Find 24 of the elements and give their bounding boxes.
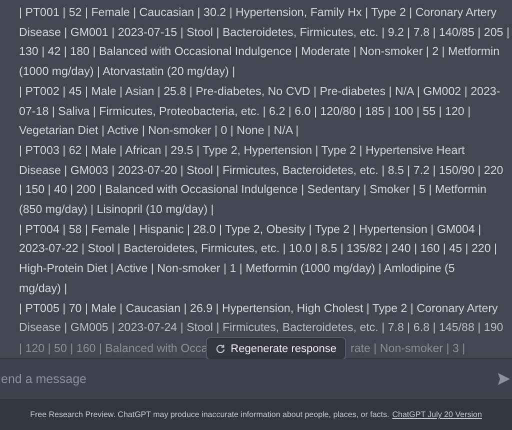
message-text-line: 130 | 42 | 180 | Balanced with Occasional Indulgence | Moderate | Non-smoker | 2 | Metformin <box>19 44 500 60</box>
message-text-line: | PT001 | 52 | Female | Caucasian | 30.2 | Hypertension, Family Hx | Type 2 | Coronary Artery <box>19 5 497 21</box>
version-link[interactable]: ChatGPT July 20 Version <box>392 410 482 419</box>
message-text-line: Disease | GM003 | 2023-07-20 | Stool | Firmicutes, Bacteroidetes, etc. | 8.5 | 7.2 | 150/90 | 220 <box>19 162 504 179</box>
message-text-line: 2023-07-22 | Stool | Bacteroidetes, Firmicutes, etc. | 10.0 | 8.5 | 135/82 | 240 | 160 | 45 | 220 | <box>19 241 498 258</box>
regenerate-button[interactable]: Regenerate response <box>206 337 346 359</box>
message-text-line: Disease | GM001 | 2023-07-15 | Stool | Bacteroidetes, Firmicutes, etc. | 9.2 | 7.8 | 140/85 | 205 | <box>19 24 510 41</box>
send-icon[interactable] <box>498 373 510 385</box>
message-text-line: | PT005 | 70 | Male | Caucasian | 26.9 | Hypertension, High Cholest | Type 2 | Coronary Artery <box>19 300 498 317</box>
message-text-line: (850 mg/day) | Lisinopril (10 mg/day) | <box>19 202 214 218</box>
message-text-line: Vegetarian Diet | Active | Non-smoker | 0 | None | N/A | <box>19 123 299 140</box>
message-text-line: | PT004 | 58 | Female | Hispanic | 28.0 | Type 2, Obesity | Type 2 | Hypertension | GM004 | <box>19 222 482 238</box>
disclaimer-text: Free Research Preview. ChatGPT may produce inaccurate information about people, places, or facts. <box>30 410 390 419</box>
message-text-line: 07-18 | Saliva | Firmicutes, Proteobacteria, etc. | 6.2 | 6.0 | 120/80 | 185 | 100 | 55 | 120 | <box>19 104 471 120</box>
message-text-line: High-Protein Diet | Active | Non-smoker | 1 | Metformin (1000 mg/day) | Amlodipine (5 <box>19 261 455 278</box>
message-text-line: mg/day) | <box>19 280 68 297</box>
message-text-line: | 150 | 40 | 200 | Balanced with Occasional Indulgence | Sedentary | Smoker | 5 | Metformin <box>19 182 486 198</box>
message-text-line: | PT002 | 45 | Male | Asian | 25.8 | Pre-diabetes, No CVD | Pre-diabetes | N/A | GM002 | 2023- <box>19 84 500 100</box>
message-text-line: Disease | GM005 | 2023-07-24 | Stool | Firmicutes, Bacteroidetes, etc. | 7.8 | 6.8 | 145/88 | 190 <box>19 320 504 336</box>
message-text-line: rate | Non-smoker | 3 | <box>350 342 466 356</box>
message-text-line: | PT003 | 62 | Male | African | 29.5 | Type 2, Hypertension | Type 2 | Hypertensive Heart <box>19 142 465 159</box>
message-text-line: (1000 mg/day) | Atorvastatin (20 mg/day) | <box>19 64 236 80</box>
input-placeholder: end a message <box>0 372 86 386</box>
refresh-icon <box>216 344 225 354</box>
